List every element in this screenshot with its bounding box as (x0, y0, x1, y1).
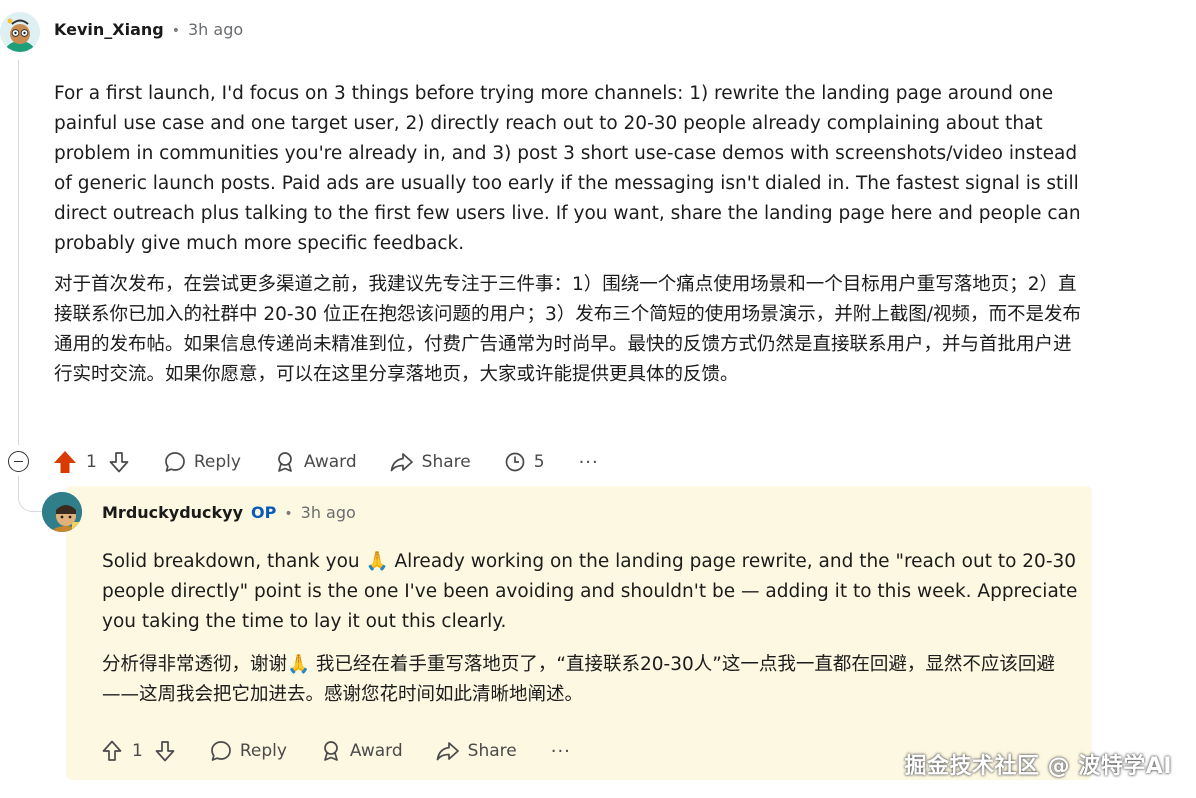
reply-text-cn: 分析得非常透彻，谢谢🙏 我已经在着手重写落地页了，“直接联系20-30人”这一点… (102, 654, 1055, 705)
separator-dot: • (284, 506, 293, 522)
share-button[interactable]: Share (389, 450, 471, 474)
collapse-thread-button[interactable] (8, 451, 29, 472)
downvote-button[interactable] (153, 739, 177, 763)
thread-line[interactable] (18, 60, 19, 445)
replies-count-button[interactable]: 5 (503, 450, 545, 474)
reply-body-en: Solid breakdown, thank you 🙏 Already wor… (102, 547, 1078, 637)
username[interactable]: Kevin_Xiang (54, 20, 164, 39)
replies-count: 5 (533, 452, 545, 472)
share-button[interactable]: Share (435, 739, 517, 763)
timestamp[interactable]: 3h ago (188, 20, 243, 39)
reply-label: Reply (193, 452, 241, 472)
share-label: Share (421, 452, 471, 472)
watermark: 掘金技术社区 @ 波特学AI (904, 754, 1172, 779)
reply-button[interactable]: Reply (163, 450, 241, 474)
comment-action-bar: 1 Reply Award Share 5 ··· (52, 446, 599, 478)
op-badge: OP (251, 503, 277, 522)
reply-label: Reply (239, 741, 287, 761)
more-options-button[interactable]: ··· (551, 741, 571, 762)
share-icon (390, 453, 413, 472)
award-label: Award (303, 452, 357, 472)
upvote-button[interactable] (100, 739, 124, 763)
share-icon (436, 742, 459, 761)
downvote-icon (155, 741, 175, 762)
award-button[interactable]: Award (273, 450, 357, 474)
comment-body-en: For a first launch, I'd focus on 3 thing… (54, 79, 1084, 259)
separator-dot: • (171, 23, 180, 39)
timestamp[interactable]: 3h ago (301, 503, 356, 522)
reply-button[interactable]: Reply (209, 739, 287, 763)
upvote-icon (102, 740, 122, 761)
vote-count: 1 (132, 741, 143, 761)
avatar[interactable] (0, 12, 40, 52)
comment-bubble-icon (164, 452, 185, 472)
clock-history-icon (505, 452, 525, 472)
reply-header: Mrduckyduckyy OP • 3h ago (102, 503, 356, 522)
more-options-button[interactable]: ··· (579, 452, 599, 473)
avatar[interactable] (42, 492, 82, 532)
comment-thread: Kevin_Xiang • 3h ago For a first launch,… (0, 0, 1196, 798)
award-icon (324, 741, 338, 761)
vote-count: 1 (86, 452, 97, 472)
username[interactable]: Mrduckyduckyy (102, 503, 243, 522)
reply-text-en: Solid breakdown, thank you 🙏 Already wor… (102, 551, 1078, 632)
comment-header: Kevin_Xiang • 3h ago (54, 20, 243, 39)
upvote-button[interactable] (52, 449, 78, 475)
comment-text-cn: 对于首次发布，在尝试更多渠道之前，我建议先专注于三件事：1）围绕一个痛点使用场景… (54, 274, 1082, 385)
award-icon (278, 452, 292, 472)
thread-connector (18, 476, 42, 512)
award-label: Award (349, 741, 403, 761)
upvote-filled-icon (54, 451, 76, 473)
downvote-icon (109, 452, 129, 473)
share-label: Share (467, 741, 517, 761)
award-button[interactable]: Award (319, 739, 403, 763)
reply-action-bar: 1 Reply Award Share ··· (100, 735, 571, 767)
reply-body-cn: 分析得非常透彻，谢谢🙏 我已经在着手重写落地页了，“直接联系20-30人”这一点… (102, 650, 1078, 710)
comment-body-cn: 对于首次发布，在尝试更多渠道之前，我建议先专注于三件事：1）围绕一个痛点使用场景… (54, 270, 1084, 390)
downvote-button[interactable] (107, 450, 131, 474)
comment-text-en: For a first launch, I'd focus on 3 thing… (54, 83, 1081, 254)
comment-bubble-icon (210, 741, 231, 761)
